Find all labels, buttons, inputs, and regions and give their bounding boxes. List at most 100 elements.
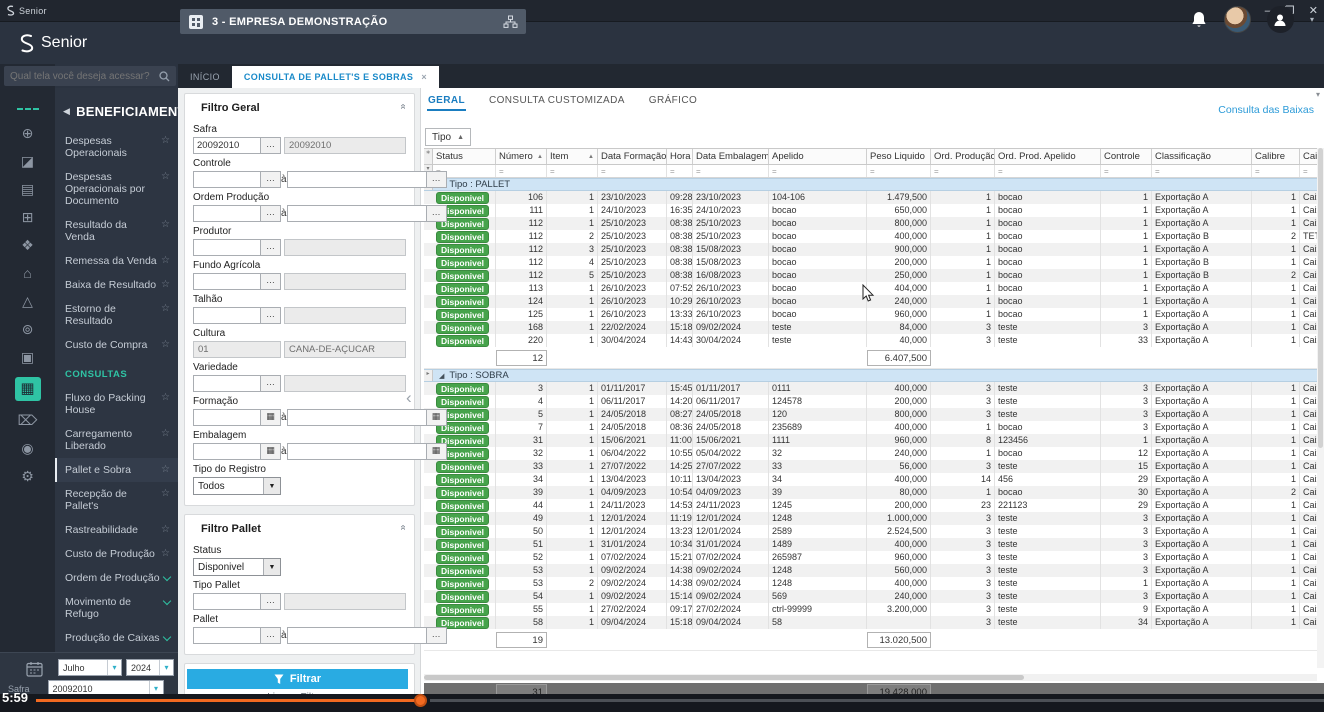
table-row[interactable]: Disponivel 112 5 25/10/2023 08:38 16/08/2023 b… (424, 269, 1324, 282)
favorite-star-icon[interactable]: ☆ (161, 464, 170, 476)
sidebar-item[interactable]: Carregamento Liberado ☆ (55, 422, 178, 458)
column-header[interactable]: Classificação (1152, 149, 1252, 164)
favorite-star-icon[interactable]: ☆ (161, 255, 170, 267)
sidebar-item[interactable]: Custo de Produção ☆ (55, 542, 178, 566)
person-badge-icon[interactable]: ▣ (16, 349, 40, 366)
table-row[interactable]: Disponivel 106 1 23/10/2023 09:28 23/10/2023 1… (424, 191, 1324, 204)
user-avatar[interactable] (1223, 6, 1251, 33)
account-icon[interactable] (1266, 6, 1294, 33)
lookup-button[interactable]: … (260, 594, 280, 609)
tractor-icon[interactable]: ⊞ (16, 209, 40, 226)
favorite-star-icon[interactable]: ☆ (161, 219, 170, 231)
column-filter-cell[interactable]: = (1252, 165, 1300, 177)
pallet-from-input[interactable] (194, 630, 260, 641)
people-icon[interactable]: ⊚ (16, 321, 40, 338)
controle-from-input[interactable] (194, 174, 260, 185)
group-row[interactable]: ▸ ◢ Tipo : SOBRA (424, 369, 1324, 382)
group-expanded-icon[interactable]: ◢ (439, 372, 444, 380)
column-header[interactable]: Ord. Prod. Apelido (995, 149, 1101, 164)
produtor-input[interactable] (194, 242, 260, 253)
table-row[interactable]: Disponivel 125 1 26/10/2023 13:33 26/10/2023 b… (424, 308, 1324, 321)
formacao-from-input[interactable] (194, 412, 260, 423)
panel-collapse-icon[interactable]: ‹ (406, 385, 420, 411)
lookup-button[interactable]: … (260, 240, 280, 255)
table-row[interactable]: Disponivel 50 1 12/01/2024 13:23 12/01/2024 25… (424, 525, 1324, 538)
table-row[interactable]: Disponivel 112 2 25/10/2023 08:38 25/10/2023 b… (424, 230, 1324, 243)
calendar-icon[interactable]: ▦ (425, 444, 446, 459)
chevron-down-icon[interactable] (162, 572, 172, 582)
warehouse-icon[interactable]: ⌦ (16, 412, 40, 429)
table-row[interactable]: Disponivel 34 1 13/04/2023 10:11 13/04/2023 34… (424, 473, 1324, 486)
variedade-input[interactable] (194, 378, 260, 389)
table-row[interactable]: Disponivel 55 1 27/02/2024 09:17 27/02/2024 ct… (424, 603, 1324, 616)
sidebar-item[interactable]: Fluxo do Packing House ☆ (55, 386, 178, 422)
factory-icon[interactable]: ⌂ (16, 265, 40, 282)
column-header[interactable]: Apelido (769, 149, 867, 164)
chevron-down-icon[interactable] (162, 596, 172, 606)
filtrar-button[interactable]: Filtrar (187, 669, 408, 689)
column-filter-cell[interactable]: = (1101, 165, 1152, 177)
column-filter-cell[interactable]: = (598, 165, 667, 177)
table-row[interactable]: Disponivel 58 1 09/04/2024 15:18 09/04/2024 58… (424, 616, 1324, 629)
tipo-registro-select[interactable]: Todos ▼ (193, 477, 281, 495)
table-row[interactable]: Disponivel 7 1 24/05/2018 08:36 24/05/2018 235… (424, 421, 1324, 434)
table-row[interactable]: Disponivel 5 1 24/05/2018 08:27 24/05/2018 120… (424, 408, 1324, 421)
column-header[interactable]: Ord. Produção (931, 149, 995, 164)
table-row[interactable]: Disponivel 112 3 25/10/2023 08:38 15/08/2023 b… (424, 243, 1324, 256)
video-progress-played[interactable] (36, 699, 420, 702)
sidebar-item[interactable]: Movimento de Refugo (55, 590, 178, 626)
workspace-tab[interactable]: CONSULTA DE PALLET'S E SOBRAS × (231, 66, 439, 88)
favorite-star-icon[interactable]: ☆ (161, 303, 170, 315)
column-filter-cell[interactable]: = (667, 165, 693, 177)
boxes-icon[interactable]: ❖ (16, 237, 40, 254)
table-row[interactable]: Disponivel 124 1 26/10/2023 10:29 26/10/2023 b… (424, 295, 1324, 308)
table-row[interactable]: Disponivel 111 1 24/10/2023 16:35 24/10/2023 b… (424, 204, 1324, 217)
column-header[interactable]: Item ▲ (547, 149, 598, 164)
safra-input[interactable] (194, 140, 260, 151)
lookup-button[interactable]: … (425, 172, 446, 187)
expand-arrow-icon[interactable]: ▸ (424, 370, 433, 381)
calendar-icon[interactable]: ▦ (260, 444, 280, 459)
table-row[interactable]: Disponivel 32 1 06/04/2022 10:55 05/04/2022 32… (424, 447, 1324, 460)
org-chart-icon[interactable] (503, 15, 518, 29)
menu-indicator[interactable] (16, 108, 39, 110)
document-icon[interactable]: ▤ (16, 181, 40, 198)
module-header[interactable]: ◀ BENEFICIAMENTO (55, 96, 178, 129)
column-header[interactable]: Data Formação (598, 149, 667, 164)
calendar-icon[interactable]: ▦ (260, 410, 280, 425)
table-row[interactable]: Disponivel 112 1 25/10/2023 08:38 25/10/2023 b… (424, 217, 1324, 230)
vertical-scrollbar[interactable] (1317, 148, 1324, 668)
pallet-to-input[interactable] (287, 630, 426, 641)
ordem-to-input[interactable] (287, 208, 426, 219)
lookup-button[interactable]: … (425, 206, 446, 221)
favorite-star-icon[interactable]: ☆ (161, 135, 170, 147)
sidebar-item[interactable]: Produção de Caixas (55, 626, 178, 650)
video-player-bar[interactable]: 5:59 (0, 690, 1324, 712)
year-select[interactable]: 2024 ▾ (126, 659, 174, 676)
grid-options-icon[interactable]: ▾ (1316, 90, 1320, 99)
embalagem-from-input[interactable] (194, 446, 260, 457)
lookup-button[interactable]: … (425, 628, 446, 643)
column-filter-cell[interactable]: = (496, 165, 547, 177)
lookup-button[interactable]: … (260, 376, 280, 391)
column-filter-cell[interactable]: = (867, 165, 931, 177)
fundo-input[interactable] (194, 276, 260, 287)
table-row[interactable]: Disponivel 113 1 26/10/2023 07:52 26/10/2023 b… (424, 282, 1324, 295)
column-filter-cell[interactable]: = (1152, 165, 1252, 177)
favorite-star-icon[interactable]: ☆ (161, 171, 170, 183)
sidebar-item[interactable]: Despesas Operacionais ☆ (55, 129, 178, 165)
column-header[interactable]: Hora (667, 149, 693, 164)
lookup-button[interactable]: … (260, 308, 280, 323)
lookup-button[interactable]: … (260, 628, 280, 643)
controle-to-input[interactable] (287, 174, 426, 185)
favorite-star-icon[interactable]: ☆ (161, 392, 170, 404)
gear-icon[interactable]: ⚙ (16, 468, 40, 485)
close-tab-icon[interactable]: × (421, 72, 427, 82)
content-tab[interactable]: CONSULTA CUSTOMIZADA (488, 92, 626, 111)
column-filter-cell[interactable]: = (693, 165, 769, 177)
lookup-button[interactable]: … (260, 138, 280, 153)
column-filter-cell[interactable]: = (547, 165, 598, 177)
account-caret-icon[interactable]: ▾ (1310, 15, 1314, 24)
table-row[interactable]: Disponivel 51 1 31/01/2024 10:34 31/01/2024 14… (424, 538, 1324, 551)
sidebar-item[interactable]: Ordem de Produção (55, 566, 178, 590)
